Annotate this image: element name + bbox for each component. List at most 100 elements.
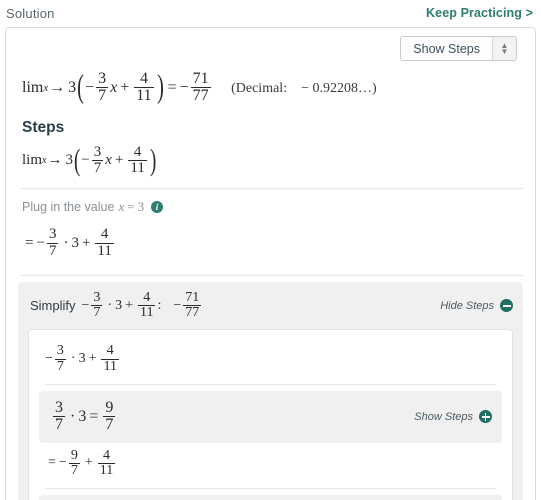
multiply-step-expression: 3 7 · 3 = 9 7: [51, 398, 117, 434]
equals-sign: =: [89, 407, 99, 425]
simplify-body-expression: − 3 7 · 3 + 4 11: [45, 344, 121, 374]
page-title: Solution: [6, 5, 55, 21]
plus-operator: +: [125, 297, 133, 313]
colon: :: [157, 297, 162, 313]
plus-operator: +: [84, 455, 93, 471]
plug-in-equation: x = 3: [118, 199, 144, 215]
first-numerator: 9: [70, 447, 78, 463]
multiply-show-steps-toggle[interactable]: Show Steps: [414, 410, 492, 424]
multiply-dot: ·: [63, 234, 69, 251]
value-three: 3: [78, 407, 87, 425]
simplify-label: Simplify: [30, 298, 76, 314]
plug-in-value-line: Plug in the value x = 3 i: [18, 195, 523, 217]
after-multiply-line: = − 9 7 + 4 11: [39, 443, 502, 487]
coef-numerator: 3: [55, 398, 63, 416]
minus-circle-icon[interactable]: [500, 299, 513, 313]
close-paren: ): [149, 143, 157, 178]
plus-operator: +: [114, 151, 124, 168]
multiply-toggle-label: Show Steps: [414, 410, 473, 423]
plug-in-equals: =: [127, 199, 135, 215]
coef-denominator: 7: [54, 358, 66, 374]
result-sign: −: [173, 297, 182, 313]
coef-denominator: 7: [91, 159, 104, 176]
coef-numerator: 3: [98, 70, 107, 87]
plug-in-value: 3: [137, 199, 145, 215]
multiply-step-panel: 3 7 · 3 = 9 7 Show Steps: [39, 390, 502, 443]
coefficient-fraction: 3 7: [53, 398, 65, 434]
coef-denominator: 7: [53, 416, 65, 434]
simplify-panel-body: − 3 7 · 3 + 4 11 3 7 · 3 = 9 7 Show Step…: [18, 329, 523, 500]
const-denominator: 11: [134, 87, 154, 105]
multiply-dot: ·: [107, 297, 113, 313]
answer-numerator: 71: [192, 70, 209, 87]
coefficient-fraction: 3 7: [46, 226, 59, 259]
show-steps-select[interactable]: Show Steps ▲ ▼: [400, 36, 517, 61]
result-numerator: 71: [185, 289, 200, 305]
equals-sign: =: [167, 78, 177, 96]
first-fraction: 9 7: [68, 447, 80, 479]
divider: [45, 488, 496, 490]
info-icon[interactable]: i: [151, 201, 164, 214]
steps-limit-expression: lim x → 3 ( − 3 7 x + 4 11 ): [22, 143, 157, 178]
lcm-panel-header: Least Common Multiplier of 7, 11: 77 Hid…: [39, 495, 502, 500]
coef-numerator: 3: [48, 226, 57, 243]
value-three: 3: [78, 351, 86, 367]
second-denominator: 11: [97, 462, 116, 478]
page-header: Solution Keep Practicing >: [0, 0, 541, 26]
coef-denominator: 7: [46, 242, 59, 259]
value-three: 3: [115, 297, 123, 313]
decimal-label: (Decimal:: [231, 80, 288, 96]
main-result-line: lim x → 3 ( − 3 7 x + 4 11 ) = − 71 77 (…: [18, 61, 523, 111]
result-numerator: 9: [105, 398, 114, 416]
lim-arrow: →: [47, 151, 63, 168]
plug-in-text: Plug in the value: [22, 200, 115, 215]
const-numerator: 4: [106, 343, 114, 359]
plus-operator: +: [81, 234, 91, 251]
steps-heading: Steps: [22, 118, 65, 136]
coef-denominator: 7: [91, 305, 103, 321]
constant-fraction: 4 11: [101, 343, 119, 374]
solution-card: Show Steps ▲ ▼ lim x → 3 ( − 3 7 x + 4 1…: [5, 27, 536, 500]
coefficient-fraction: 3 7: [91, 289, 103, 321]
constant-fraction: 4 11: [128, 143, 147, 177]
limit-expression: lim x → 3 ( − 3 7 x + 4 11 ) = − 71 77: [22, 69, 213, 105]
const-denominator: 11: [128, 159, 147, 176]
const-numerator: 4: [139, 70, 148, 87]
const-numerator: 4: [133, 143, 142, 160]
lcm-panel: Least Common Multiplier of 7, 11: 77 Hid…: [39, 495, 502, 500]
const-denominator: 11: [95, 242, 114, 259]
coef-numerator: 3: [93, 289, 101, 305]
steps-expression-line: lim x → 3 ( − 3 7 x + 4 11 ): [18, 139, 523, 185]
variable-x: x: [110, 78, 118, 96]
coefficient-fraction: 3 7: [91, 144, 104, 177]
simplify-sub-card: − 3 7 · 3 + 4 11 3 7 · 3 = 9 7 Show Step…: [28, 329, 513, 500]
simplify-panel-header: Simplify − 3 7 · 3 + 4 11: − 71 77 Hide…: [18, 282, 523, 330]
divider: [20, 274, 523, 276]
coefficient-fraction: 3 7: [54, 344, 66, 374]
updown-stepper-icon[interactable]: ▲ ▼: [492, 37, 516, 60]
plus-circle-icon[interactable]: [479, 410, 492, 424]
const-numerator: 4: [143, 289, 151, 305]
toolbar: Show Steps ▲ ▼: [18, 36, 523, 61]
const-denominator: 11: [138, 305, 156, 321]
divider: [20, 188, 523, 190]
coef-sign: −: [85, 78, 95, 96]
variable-x: x: [105, 151, 112, 168]
equals-sign: =: [25, 234, 34, 251]
show-steps-select-label: Show Steps: [413, 41, 480, 56]
simplify-hide-steps-toggle[interactable]: Hide Steps: [440, 299, 513, 313]
answer-sign: −: [179, 78, 189, 96]
constant-fraction: 4 11: [138, 289, 156, 321]
substituted-equation: = − 3 7 · 3 + 4 11: [22, 226, 116, 259]
const-numerator: 4: [100, 226, 109, 243]
multiply-dot: ·: [70, 407, 76, 425]
keep-practicing-link[interactable]: Keep Practicing >: [426, 6, 533, 20]
simplify-body-expression-line: − 3 7 · 3 + 4 11: [39, 338, 502, 382]
open-paren: (: [73, 143, 81, 178]
coef-denominator: 7: [96, 87, 109, 105]
answer-fraction: 71 77: [190, 70, 211, 105]
open-paren: (: [77, 69, 85, 105]
simplify-panel: Simplify − 3 7 · 3 + 4 11: − 71 77 Hide…: [18, 281, 523, 500]
second-fraction: 4 11: [97, 448, 116, 479]
lim-label: lim: [22, 151, 43, 168]
